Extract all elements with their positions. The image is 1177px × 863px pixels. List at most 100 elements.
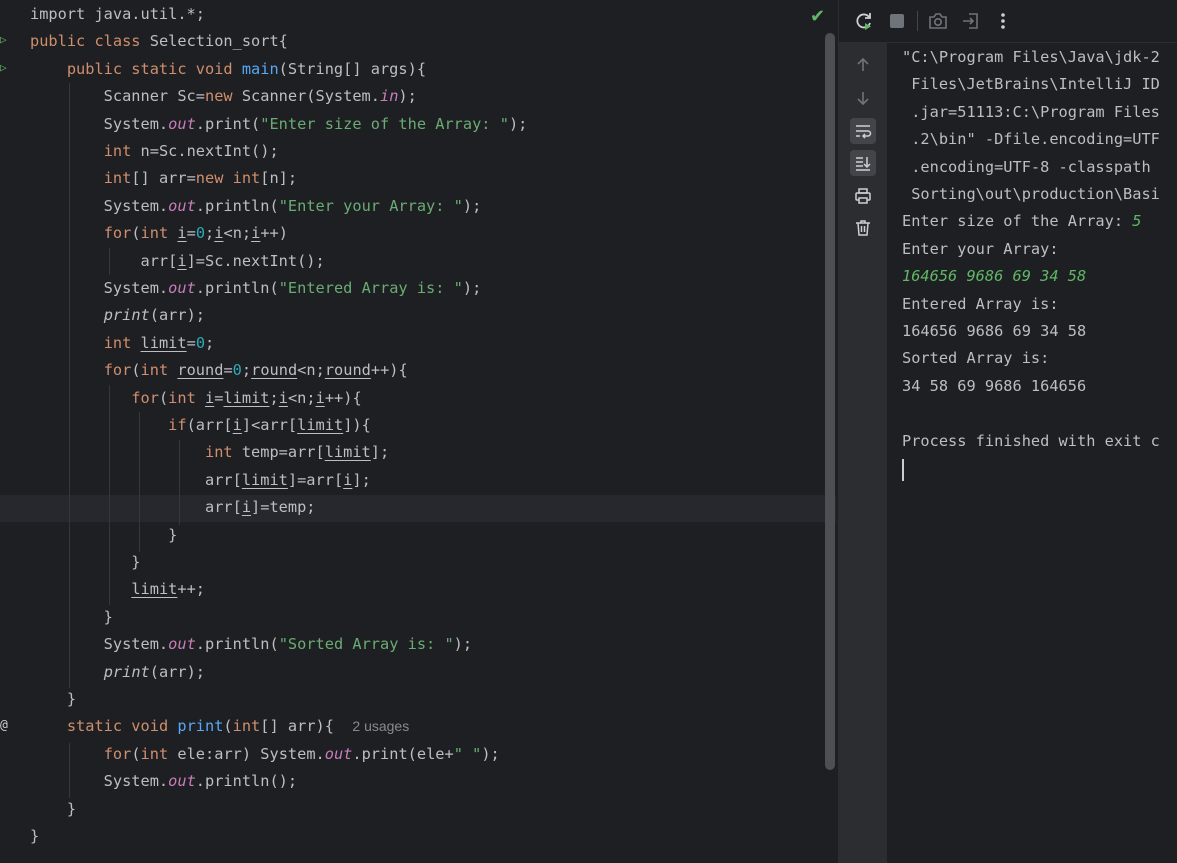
code-line[interactable]: } [30,549,140,576]
code-line[interactable]: for(int i=0;i<n;i++) [30,220,288,247]
code-token: out [168,635,196,654]
code-token: int [204,443,242,462]
code-line[interactable]: System.out.println("Sorted Array is: "); [30,631,472,658]
code-token: ]=Sc.nextInt(); [186,251,325,270]
code-token: System. [30,772,169,791]
code-token: out [168,279,196,297]
code-token: (String[] args){ [278,59,427,78]
code-line[interactable]: System.out.println("Entered Array is: ")… [30,275,482,302]
code-line[interactable]: for(int i=limit;i<n;i++){ [30,385,362,412]
code-token: ele:arr) System. [177,744,325,763]
code-token: <n; [287,388,316,407]
run-class-icon[interactable]: ▷ [0,33,7,46]
code-editor[interactable]: ▷ ▷ @ import java.util.*; public class Se… [0,0,838,863]
code-token: i [343,470,353,489]
code-token: ; [205,224,215,243]
code-line[interactable]: print(arr); [30,302,205,329]
code-line[interactable]: } [30,522,177,549]
code-token: Selection_sort{ [149,32,288,51]
code-line[interactable]: System.out.println(); [30,768,297,795]
code-token: ++){ [324,388,362,407]
code-line[interactable]: arr[limit]=arr[i]; [30,467,371,494]
code-token: ); [508,114,528,133]
code-token: static void [66,717,178,736]
code-token: ); [481,744,500,763]
code-token: System. [30,196,169,215]
code-line[interactable]: } [30,604,113,631]
code-token: [n]; [260,169,298,188]
output-text: 164656 9686 69 34 58 [902,322,1087,340]
rerun-icon[interactable] [852,9,876,33]
code-line[interactable]: } [30,796,76,823]
code-line[interactable]: limit++; [30,576,205,603]
console-line: Files\JetBrains\IntelliJ ID [902,70,1160,97]
code-line[interactable]: int n=Sc.nextInt(); [30,138,279,165]
editor-scrollbar[interactable] [825,33,835,770]
code-token: ); [453,635,473,654]
code-token: ; [269,388,279,407]
code-token: } [30,525,178,544]
exit-icon[interactable] [959,9,983,33]
code-line[interactable]: arr[i]=temp; [30,494,316,521]
code-line[interactable]: public class Selection_sort{ [30,28,288,55]
arrow-down-icon[interactable] [850,85,876,111]
soft-wrap-icon[interactable] [850,118,876,144]
code-token: ]=temp; [251,498,316,517]
code-token: ( [158,388,169,407]
code-line[interactable]: for(int ele:arr) System.out.print(ele+" … [30,741,500,768]
code-line[interactable]: public static void main(String[] args){ [30,56,426,83]
code-token: print [103,306,150,325]
method-usages-icon[interactable]: @ [0,718,8,733]
code-token: Scanner Sc= [30,87,205,106]
code-token: ++; [177,580,206,599]
code-token: arr[ [30,251,178,270]
arrow-up-icon[interactable] [850,52,876,78]
no-problems-check-icon[interactable]: ✔ [810,6,825,27]
camera-icon[interactable] [926,9,950,33]
code-token: ); [462,196,482,215]
console-line: .encoding=UTF-8 -classpath [902,153,1160,180]
code-token: 0 [195,224,206,243]
code-line[interactable]: for(int round=0;round<n;round++){ [30,357,408,384]
code-token: int [103,142,141,160]
run-main-icon[interactable]: ▷ [0,61,7,74]
output-text: Enter your Array: [902,239,1059,258]
code-line[interactable]: Scanner Sc=new Scanner(System.in); [30,83,417,110]
code-token: = [186,333,196,352]
trash-icon[interactable] [850,215,876,241]
console-line: Sorted Array is: [902,344,1049,371]
code-line[interactable]: if(arr[i]<arr[limit]){ [30,412,371,439]
code-token: new int [195,169,261,188]
code-token: int [103,169,132,188]
code-token: i [177,224,187,243]
code-token: (arr[ [186,416,233,434]
code-line[interactable]: int limit=0; [30,330,215,357]
code-token: ]){ [343,416,371,434]
code-line[interactable]: } [30,686,76,713]
code-line[interactable]: arr[i]=Sc.nextInt(); [30,248,325,275]
code-line[interactable]: int temp=arr[limit]; [30,439,389,466]
code-line[interactable]: } [30,823,39,850]
output-text: Process finished with exit c [902,431,1160,450]
code-line[interactable]: static void print(int[] arr){ 2 usages [30,713,409,740]
code-line[interactable]: print(arr); [30,659,205,686]
print-icon[interactable] [850,183,876,209]
code-line[interactable]: int[] arr=new int[n]; [30,165,297,192]
usages-hint[interactable]: 2 usages [352,718,409,734]
code-token: if [168,416,187,434]
stop-icon[interactable] [885,9,909,33]
code-token: ; [205,333,215,352]
code-line[interactable]: System.out.print("Enter size of the Arra… [30,111,528,138]
code-token: ]<arr[ [241,416,298,434]
code-token: for [131,388,159,407]
output-text: "C:\Program Files\Java\jdk-2 [902,48,1160,66]
console-sidebar [839,43,887,863]
code-line[interactable]: import java.util.*; [30,1,205,28]
code-line[interactable]: System.out.println("Enter your Array: ")… [30,193,482,220]
code-token: out [168,772,196,791]
scroll-to-end-icon[interactable] [850,150,876,176]
more-icon[interactable] [991,9,1015,33]
